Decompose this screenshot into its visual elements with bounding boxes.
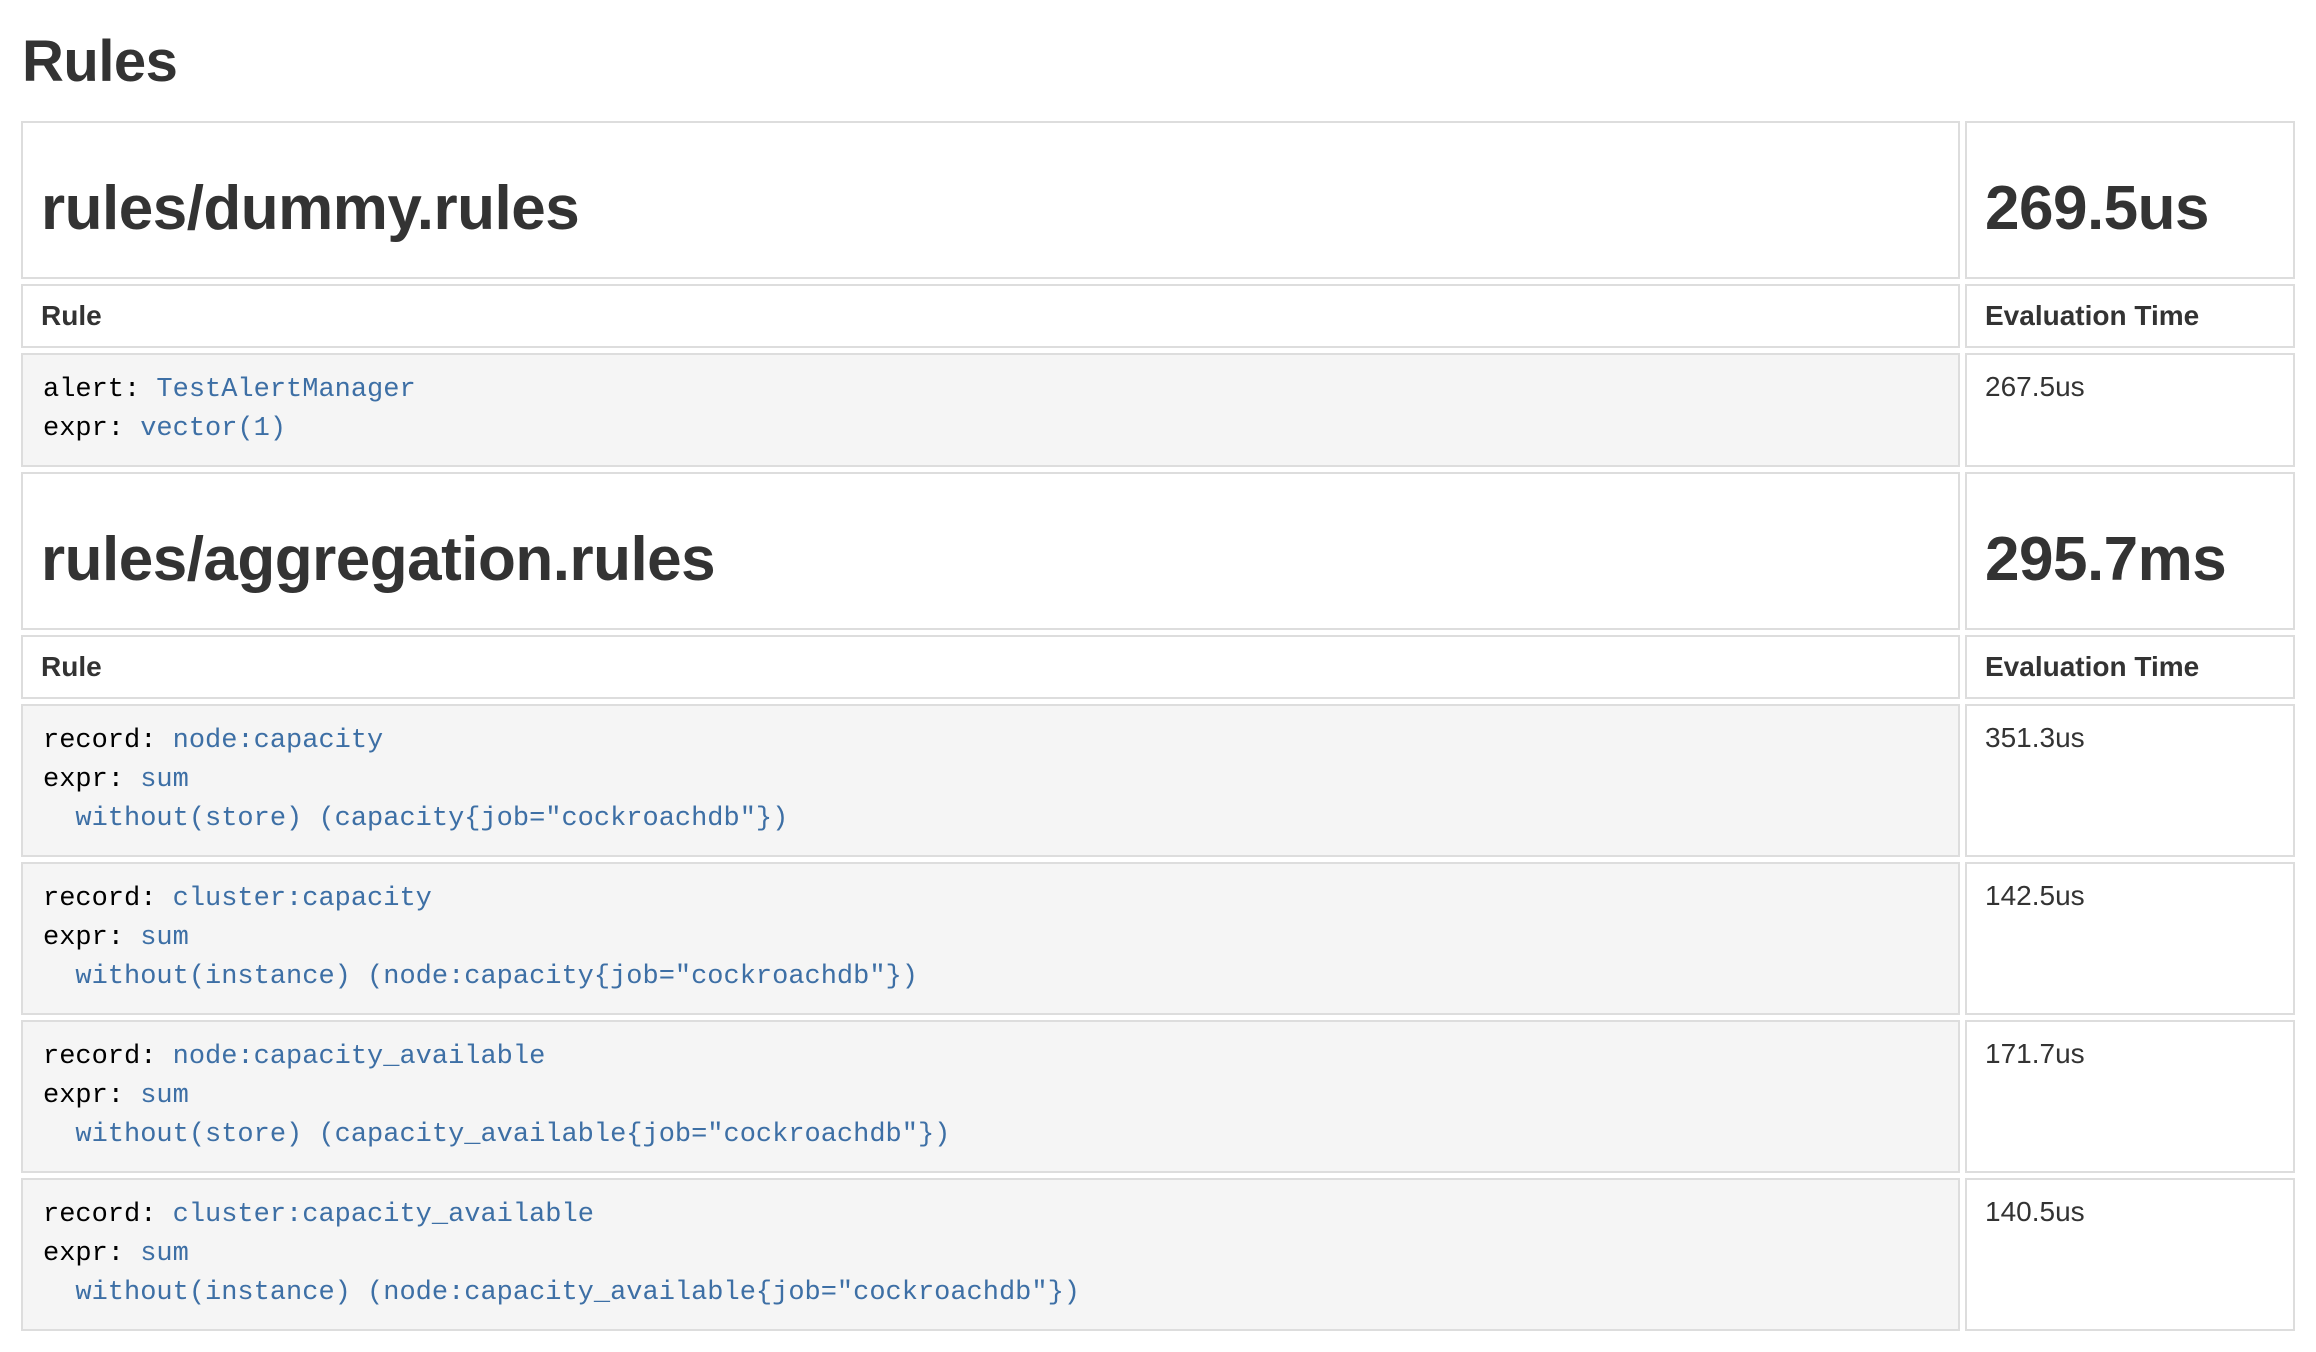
rule-row: record: node:capacity expr: sum without(… xyxy=(21,704,2295,857)
rule-expr-key: expr: xyxy=(43,1239,124,1269)
group-file-name: rules/dummy.rules xyxy=(41,175,1940,243)
rule-name-key: record: xyxy=(43,726,156,756)
rule-name-key: alert: xyxy=(43,375,140,405)
rule-eval-time: 267.5us xyxy=(1965,353,2295,467)
rule-column-header: Rule xyxy=(21,635,1960,699)
column-header-row: Rule Evaluation Time xyxy=(21,635,2295,699)
evaluation-time-column-header: Evaluation Time xyxy=(1965,635,2295,699)
rule-expr-key: expr: xyxy=(43,923,124,953)
rule-row: record: node:capacity_available expr: su… xyxy=(21,1020,2295,1173)
rule-name-link[interactable]: TestAlertManager xyxy=(156,375,415,405)
rules-page: Rules rules/dummy.rules 269.5us Rule Eva… xyxy=(0,30,2316,1336)
rule-expr-link[interactable]: sum without(store) (capacity_available{j… xyxy=(43,1081,950,1150)
rule-definition: record: cluster:capacity expr: sum witho… xyxy=(43,880,1938,997)
rule-expr-link[interactable]: sum without(store) (capacity{job="cockro… xyxy=(43,765,788,834)
rule-cell: record: node:capacity expr: sum without(… xyxy=(21,704,1960,857)
group-eval-time-cell: 269.5us xyxy=(1965,121,2295,279)
rule-definition: record: node:capacity_available expr: su… xyxy=(43,1038,1938,1155)
rule-definition: alert: TestAlertManager expr: vector(1) xyxy=(43,371,1938,449)
rule-eval-time: 140.5us xyxy=(1965,1178,2295,1331)
page-title: Rules xyxy=(22,30,2300,94)
rule-name-link[interactable]: cluster:capacity_available xyxy=(173,1200,594,1230)
evaluation-time-column-header: Evaluation Time xyxy=(1965,284,2295,348)
rule-eval-time: 171.7us xyxy=(1965,1020,2295,1173)
rule-eval-time: 142.5us xyxy=(1965,862,2295,1015)
rule-definition: record: node:capacity expr: sum without(… xyxy=(43,722,1938,839)
rule-cell: record: cluster:capacity_available expr:… xyxy=(21,1178,1960,1331)
rule-cell: record: cluster:capacity expr: sum witho… xyxy=(21,862,1960,1015)
group-eval-time-cell: 295.7ms xyxy=(1965,472,2295,630)
rule-eval-time: 351.3us xyxy=(1965,704,2295,857)
rule-expr-key: expr: xyxy=(43,1081,124,1111)
rule-cell: alert: TestAlertManager expr: vector(1) xyxy=(21,353,1960,467)
rule-name-link[interactable]: cluster:capacity xyxy=(173,884,432,914)
group-file-name: rules/aggregation.rules xyxy=(41,526,1940,594)
rule-name-link[interactable]: node:capacity xyxy=(173,726,384,756)
rules-table: rules/dummy.rules 269.5us Rule Evaluatio… xyxy=(16,116,2300,1336)
group-file-cell: rules/aggregation.rules xyxy=(21,472,1960,630)
rule-expr-link[interactable]: sum without(instance) (node:capacity{job… xyxy=(43,923,918,992)
rule-expr-key: expr: xyxy=(43,765,124,795)
rule-expr-key: expr: xyxy=(43,414,124,444)
group-eval-time: 269.5us xyxy=(1985,175,2275,243)
rule-row: record: cluster:capacity_available expr:… xyxy=(21,1178,2295,1331)
rule-column-header: Rule xyxy=(21,284,1960,348)
group-eval-time: 295.7ms xyxy=(1985,526,2275,594)
group-header-row: rules/aggregation.rules 295.7ms xyxy=(21,472,2295,630)
rule-row: record: cluster:capacity expr: sum witho… xyxy=(21,862,2295,1015)
rule-name-key: record: xyxy=(43,1200,156,1230)
rule-row: alert: TestAlertManager expr: vector(1) … xyxy=(21,353,2295,467)
rule-name-key: record: xyxy=(43,884,156,914)
rule-name-key: record: xyxy=(43,1042,156,1072)
group-header-row: rules/dummy.rules 269.5us xyxy=(21,121,2295,279)
rule-expr-link[interactable]: vector(1) xyxy=(140,414,286,444)
rule-expr-link[interactable]: sum without(instance) (node:capacity_ava… xyxy=(43,1239,1080,1308)
rule-definition: record: cluster:capacity_available expr:… xyxy=(43,1196,1938,1313)
rule-name-link[interactable]: node:capacity_available xyxy=(173,1042,546,1072)
column-header-row: Rule Evaluation Time xyxy=(21,284,2295,348)
rule-cell: record: node:capacity_available expr: su… xyxy=(21,1020,1960,1173)
group-file-cell: rules/dummy.rules xyxy=(21,121,1960,279)
